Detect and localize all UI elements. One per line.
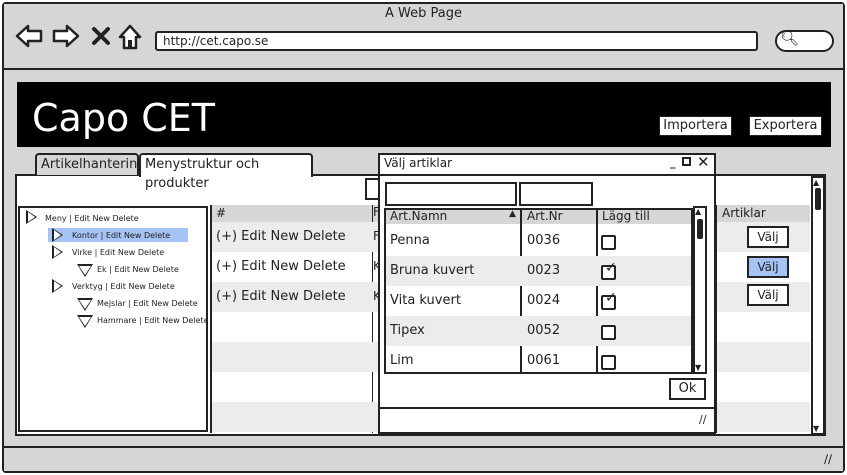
- search-box[interactable]: 🔍︎: [775, 29, 834, 52]
- tree-item-hammare[interactable]: Hammare | Edit New Delete: [97, 316, 209, 326]
- tree-item-kontor[interactable]: Kontor | Edit New Delete: [72, 231, 170, 241]
- app-brand: Capo CET: [32, 96, 216, 140]
- home-icon[interactable]: [117, 24, 143, 54]
- minimize-icon[interactable]: _: [670, 156, 676, 169]
- article-name: Bruna kuvert: [390, 263, 475, 278]
- scroll-up-icon[interactable]: ▲: [813, 178, 819, 187]
- dialog-footer-divider: [380, 407, 714, 409]
- forward-arrow-icon[interactable]: [52, 24, 80, 52]
- dialog-title: Välj artiklar: [384, 156, 453, 170]
- search-icon: 🔍︎: [780, 29, 800, 47]
- export-button[interactable]: Exportera: [749, 116, 822, 136]
- article-number: 0023: [527, 263, 561, 278]
- tree-item-virke[interactable]: Virke | Edit New Delete: [72, 248, 164, 258]
- tree-item-meny[interactable]: Meny | Edit New Delete: [45, 214, 139, 224]
- scroll-up-icon[interactable]: ▲: [695, 207, 701, 216]
- tree-item-verktyg[interactable]: Verktyg | Edit New Delete: [72, 282, 175, 292]
- checkmark-icon: ✓: [605, 260, 617, 276]
- dialog-filter-input[interactable]: [519, 182, 593, 206]
- col-number-header[interactable]: Art.Nr: [527, 210, 563, 223]
- resize-handle-icon[interactable]: ∕∕: [699, 413, 706, 426]
- grid-row-action[interactable]: (+) Edit New Delete: [212, 282, 372, 312]
- select-article-button[interactable]: Välj: [747, 256, 789, 278]
- grid-row-action[interactable]: (+) Edit New Delete: [212, 222, 372, 252]
- col-name-header[interactable]: Art.Namn: [390, 210, 447, 223]
- article-name: Lim: [390, 353, 414, 368]
- scroll-thumb[interactable]: [697, 219, 703, 239]
- resize-grip-icon[interactable]: ∕∕: [824, 452, 832, 466]
- article-name: Tipex: [390, 323, 425, 338]
- tab-artikelhantering[interactable]: Artikelhantering: [35, 153, 146, 175]
- articles-header: Artiklar: [722, 206, 766, 220]
- back-arrow-icon[interactable]: [15, 24, 43, 52]
- tab-menystruktur[interactable]: Menystruktur och produkter: [139, 153, 313, 191]
- grid-row-action[interactable]: (+) Edit New Delete: [212, 252, 372, 282]
- main-scrollbar[interactable]: [811, 176, 825, 435]
- article-name: Penna: [390, 233, 430, 248]
- hidden-field-edge: [365, 178, 379, 200]
- grid-col-hash: #: [216, 206, 227, 220]
- col-divider: [520, 210, 522, 372]
- select-article-button[interactable]: Välj: [747, 226, 789, 248]
- url-text: http://cet.capo.se: [163, 34, 269, 48]
- add-checkbox[interactable]: [601, 235, 616, 250]
- article-number: 0036: [527, 233, 561, 248]
- tree-item-mejslar[interactable]: Mejslar | Edit New Delete: [97, 299, 198, 309]
- close-dialog-icon[interactable]: ✕: [697, 153, 710, 171]
- tree-item-ek[interactable]: Ek | Edit New Delete: [97, 265, 179, 275]
- sort-asc-icon[interactable]: ▲: [509, 209, 516, 219]
- ok-button[interactable]: Ok: [669, 378, 706, 400]
- add-checkbox[interactable]: ✓: [601, 291, 617, 310]
- article-number: 0024: [527, 293, 561, 308]
- col-divider: [596, 210, 598, 372]
- add-checkbox[interactable]: [601, 355, 616, 370]
- import-button[interactable]: Importera: [659, 116, 732, 136]
- status-bar: [4, 446, 843, 471]
- article-name: Vita kuvert: [390, 293, 461, 308]
- dialog-search-input[interactable]: [385, 182, 517, 206]
- dialog-title-divider: [380, 174, 714, 176]
- add-checkbox[interactable]: [601, 325, 616, 340]
- scroll-down-icon[interactable]: ▼: [695, 363, 701, 372]
- scroll-thumb[interactable]: [815, 188, 821, 210]
- checkmark-icon: ✓: [605, 290, 617, 306]
- window-title: A Web Page: [385, 6, 462, 21]
- add-checkbox[interactable]: ✓: [601, 261, 617, 280]
- col-add-header[interactable]: Lägg till: [602, 210, 650, 223]
- maximize-icon[interactable]: [682, 157, 691, 166]
- article-number: 0061: [527, 353, 561, 368]
- address-bar[interactable]: http://cet.capo.se: [155, 31, 758, 51]
- article-number: 0052: [527, 323, 561, 338]
- close-icon[interactable]: [91, 24, 111, 52]
- scroll-down-icon[interactable]: ▼: [813, 424, 819, 433]
- select-article-button[interactable]: Välj: [747, 284, 789, 306]
